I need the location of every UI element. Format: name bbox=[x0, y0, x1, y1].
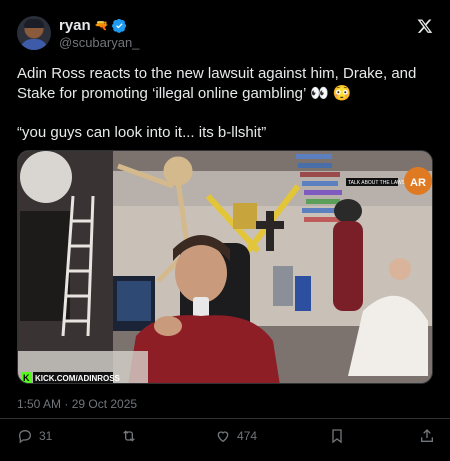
moon-decor bbox=[20, 151, 72, 203]
share-icon bbox=[421, 429, 433, 442]
display-name[interactable]: ryan bbox=[59, 17, 91, 34]
stream-screenshot: TALK ABOUT THE LAWSUIT AR K KICK.COM/ADI… bbox=[18, 151, 432, 383]
like-count: 474 bbox=[237, 429, 258, 443]
x-logo-icon[interactable] bbox=[417, 18, 433, 34]
verified-badge-icon bbox=[112, 18, 127, 33]
share-button[interactable] bbox=[419, 428, 435, 444]
ar-badge-text: AR bbox=[410, 177, 426, 189]
author-handle[interactable]: @scubaryan_ bbox=[59, 35, 139, 50]
retweet-button[interactable] bbox=[121, 428, 137, 444]
figure-red bbox=[333, 221, 363, 311]
kick-watermark: KICK.COM/ADINROSS bbox=[35, 374, 121, 383]
tweet-timestamp[interactable]: 1:50 AM · 29 Oct 2025 bbox=[17, 397, 137, 411]
author-name-row[interactable]: ryan 🔫 bbox=[59, 17, 127, 34]
avatar[interactable] bbox=[17, 16, 51, 50]
bookmark-button[interactable] bbox=[329, 428, 345, 444]
tweet-text: Adin Ross reacts to the new lawsuit agai… bbox=[17, 65, 417, 141]
name-emoji: 🔫 bbox=[94, 20, 109, 32]
streamer-face bbox=[175, 243, 227, 303]
bookmark-icon bbox=[332, 429, 342, 444]
tweet-actions: 31 474 bbox=[17, 428, 437, 448]
tweet-media-image[interactable]: TALK ABOUT THE LAWSUIT AR K KICK.COM/ADI… bbox=[17, 150, 433, 384]
reply-count: 31 bbox=[39, 429, 53, 443]
tweet-header: ryan 🔫 @scubaryan_ bbox=[17, 16, 437, 52]
stream-overlay-text: TALK ABOUT THE LAWSUIT bbox=[348, 180, 413, 186]
divider bbox=[0, 418, 450, 419]
retweet-icon bbox=[123, 430, 135, 442]
reply-button[interactable]: 31 bbox=[17, 428, 52, 444]
reply-icon bbox=[18, 429, 32, 444]
heart-icon bbox=[217, 431, 229, 443]
like-button[interactable]: 474 bbox=[215, 428, 257, 444]
svg-text:K: K bbox=[23, 373, 30, 383]
